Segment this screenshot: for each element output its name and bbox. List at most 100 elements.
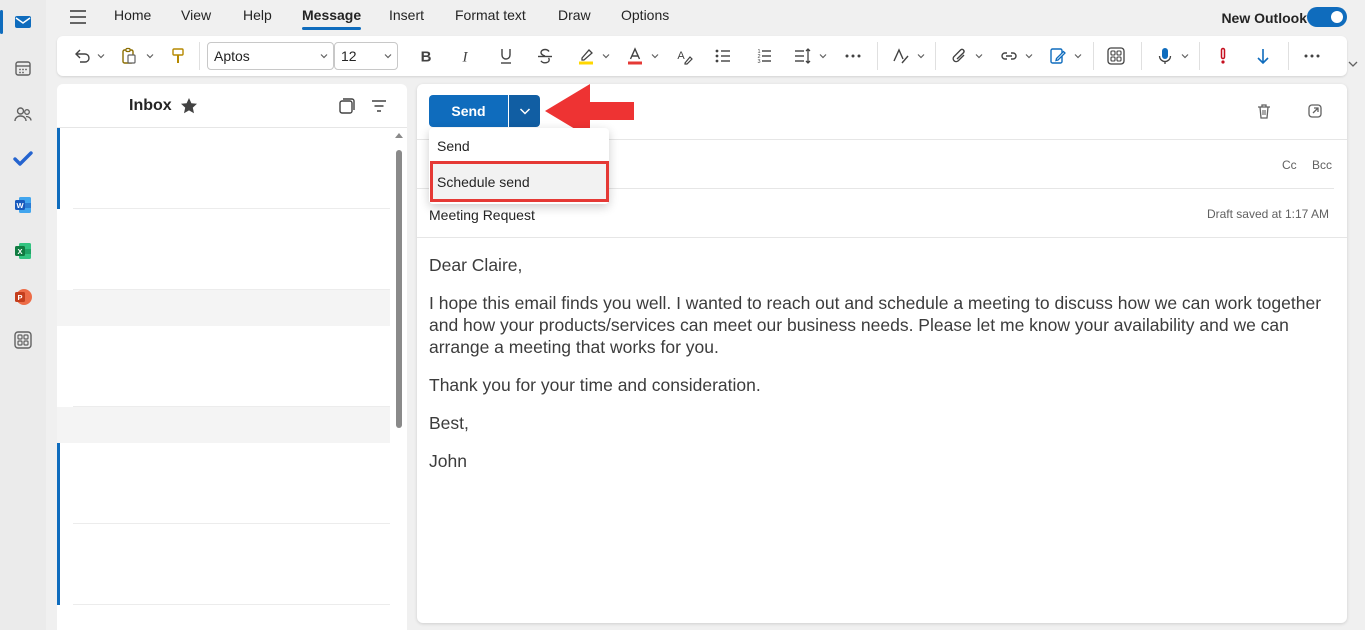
bcc-button[interactable]: Bcc [1312, 158, 1332, 172]
folder-title: Inbox [129, 97, 172, 114]
message-list-header: Inbox [57, 84, 407, 128]
underline-icon[interactable] [495, 44, 517, 68]
font-name-value: Aptos [214, 48, 250, 64]
powerpoint-icon[interactable]: P [0, 279, 46, 315]
mail-icon[interactable] [0, 4, 46, 40]
clear-formatting-icon[interactable]: A [673, 44, 695, 68]
tab-view[interactable]: View [181, 7, 211, 23]
body-paragraph: Thank you for your time and consideratio… [429, 375, 761, 395]
body-greeting: Dear Claire, [429, 255, 523, 275]
tab-help[interactable]: Help [243, 7, 272, 23]
svg-text:A: A [677, 50, 685, 62]
message-body-editor[interactable]: Dear Claire, I hope this email finds you… [429, 254, 1329, 488]
undo-dropdown-icon[interactable] [96, 46, 106, 66]
line-spacing-dropdown-icon[interactable] [818, 46, 828, 66]
low-importance-icon[interactable] [1252, 44, 1274, 68]
more-formatting-icon[interactable] [842, 44, 864, 68]
new-outlook-toggle[interactable] [1307, 7, 1347, 27]
paste-icon[interactable] [118, 44, 140, 68]
select-mode-icon[interactable] [337, 96, 357, 116]
ribbon-toolbar: Aptos 12 B I A 123 [57, 36, 1347, 76]
list-group-header[interactable] [57, 290, 390, 326]
tab-insert[interactable]: Insert [389, 7, 424, 23]
tab-options[interactable]: Options [621, 7, 669, 23]
font-size-value: 12 [341, 48, 357, 64]
strikethrough-icon[interactable] [534, 44, 556, 68]
format-painter-icon[interactable] [167, 44, 189, 68]
highlight-dropdown-icon[interactable] [601, 46, 611, 66]
cc-button[interactable]: Cc [1282, 158, 1297, 172]
more-options-icon[interactable] [1301, 44, 1323, 68]
list-item[interactable] [57, 605, 390, 630]
filter-icon[interactable] [369, 96, 389, 116]
discard-trash-icon[interactable] [1254, 101, 1274, 121]
undo-icon[interactable] [71, 44, 93, 68]
dictate-dropdown-icon[interactable] [1180, 46, 1190, 66]
signature-dropdown-icon[interactable] [1073, 46, 1083, 66]
subject-field[interactable]: Meeting Request [429, 207, 535, 223]
annotation-highlight-box [430, 161, 609, 202]
list-item[interactable] [57, 209, 390, 290]
styles-dropdown-icon[interactable] [916, 46, 926, 66]
line-spacing-icon[interactable] [792, 44, 814, 68]
list-item[interactable] [57, 524, 390, 605]
attach-icon[interactable] [948, 44, 970, 68]
send-options-button[interactable] [509, 95, 540, 127]
todo-icon[interactable] [0, 141, 46, 177]
svg-text:X: X [17, 247, 22, 256]
paste-dropdown-icon[interactable] [145, 46, 155, 66]
font-size-select[interactable]: 12 [334, 42, 398, 70]
font-color-icon[interactable] [624, 44, 646, 68]
pop-out-icon[interactable] [1305, 101, 1325, 121]
body-signature: John [429, 451, 467, 471]
people-icon[interactable] [0, 96, 46, 132]
styles-icon[interactable] [890, 44, 912, 68]
app-rail: W X P [0, 0, 46, 630]
chevron-down-icon [320, 54, 328, 59]
dictate-microphone-icon[interactable] [1154, 44, 1176, 68]
word-icon[interactable]: W [0, 187, 46, 223]
tab-home[interactable]: Home [114, 7, 151, 23]
message-list-pane: Inbox [57, 84, 407, 630]
svg-text:3: 3 [758, 59, 761, 65]
apps-icon[interactable] [0, 322, 46, 358]
link-icon[interactable] [998, 44, 1020, 68]
excel-icon[interactable]: X [0, 233, 46, 269]
attach-dropdown-icon[interactable] [974, 46, 984, 66]
list-item[interactable] [57, 326, 390, 407]
bold-icon[interactable]: B [415, 44, 437, 68]
tab-format-text[interactable]: Format text [455, 7, 526, 23]
new-outlook-label: New Outlook [1221, 10, 1307, 26]
svg-text:I: I [462, 50, 469, 66]
body-closing: Best, [429, 413, 469, 433]
svg-text:B: B [421, 49, 432, 66]
list-item[interactable] [57, 443, 390, 524]
menu-bar: Home View Help Message Insert Format tex… [46, 0, 1365, 34]
link-dropdown-icon[interactable] [1024, 46, 1034, 66]
font-color-dropdown-icon[interactable] [650, 46, 660, 66]
list-item[interactable] [57, 128, 390, 209]
apps-icon[interactable] [1105, 44, 1127, 68]
body-paragraph: I hope this email finds you well. I want… [429, 293, 1322, 357]
ribbon-expand-chevron-icon[interactable] [1347, 58, 1359, 70]
favorite-star-icon[interactable] [179, 96, 199, 116]
tab-message[interactable]: Message [302, 7, 362, 30]
list-group-header[interactable] [57, 407, 390, 443]
font-name-select[interactable]: Aptos [207, 42, 334, 70]
highlight-icon[interactable] [575, 44, 597, 68]
hamburger-menu-icon[interactable] [68, 8, 88, 26]
chevron-down-icon [519, 108, 530, 115]
scrollbar-thumb[interactable] [396, 150, 402, 428]
calendar-icon[interactable] [0, 50, 46, 86]
send-button[interactable]: Send [429, 95, 508, 127]
svg-text:W: W [16, 201, 24, 210]
bullet-list-icon[interactable] [712, 44, 734, 68]
chevron-down-icon [384, 54, 392, 59]
scroll-up-icon[interactable] [394, 132, 404, 140]
high-importance-icon[interactable] [1212, 44, 1234, 68]
menu-item-send[interactable]: Send [437, 138, 470, 154]
italic-icon[interactable]: I [454, 44, 476, 68]
signature-icon[interactable] [1047, 44, 1069, 68]
tab-draw[interactable]: Draw [558, 7, 591, 23]
numbered-list-icon[interactable]: 123 [753, 44, 775, 68]
